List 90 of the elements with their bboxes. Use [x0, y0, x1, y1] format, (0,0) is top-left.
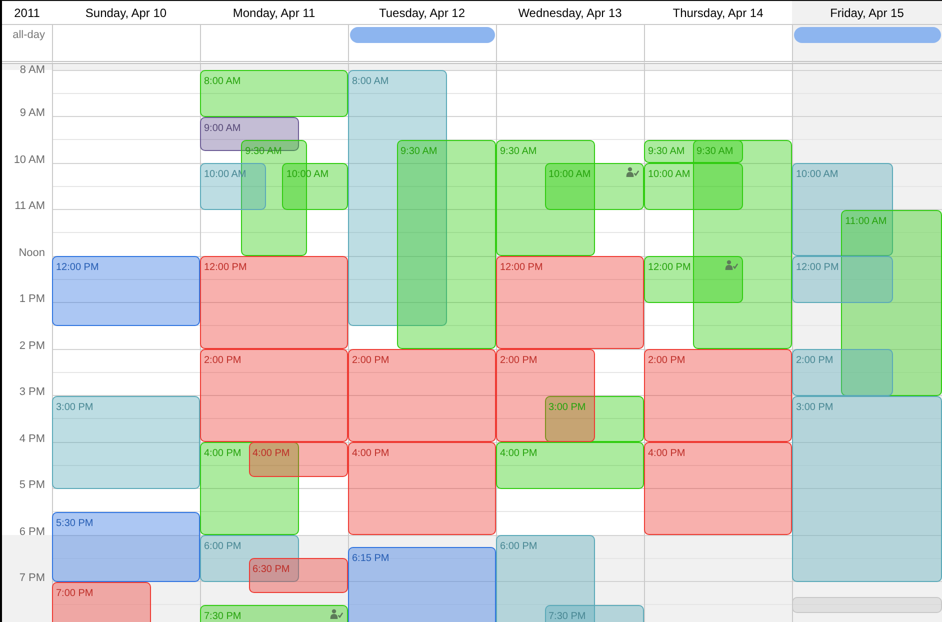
calendar-event[interactable]: 7:30 PM — [200, 604, 348, 622]
day-header[interactable]: Wednesday, Apr 13 — [518, 6, 622, 20]
event-time: 7:00 PM — [56, 588, 94, 598]
calendar-event[interactable]: 4:00 PM — [644, 442, 792, 535]
calendar-event[interactable]: 12:00 PM — [52, 256, 200, 326]
day-header[interactable]: Thursday, Apr 14 — [672, 6, 764, 20]
event-time: 8:00 AM — [352, 76, 389, 87]
event-time: 11:00 AM — [845, 216, 887, 226]
event-time: 2:00 PM — [352, 355, 390, 366]
calendar-event[interactable]: 9:30 AM — [396, 140, 496, 349]
calendar-event[interactable] — [792, 597, 942, 612]
calendar-event[interactable]: 2:00 PM — [348, 349, 496, 442]
calendar-event[interactable]: 8:00 AM — [200, 70, 348, 116]
person-check-icon — [626, 167, 639, 177]
hour-label: 6 PM — [19, 526, 45, 538]
hour-label: 4 PM — [19, 433, 45, 445]
event-time: 6:30 PM — [252, 564, 290, 576]
event-time: 10:00 AM — [796, 169, 838, 180]
hour-label: 3 PM — [19, 386, 45, 398]
calendar-event[interactable]: 7:00 PM — [52, 582, 152, 622]
event-time: 12:00 PM — [796, 262, 839, 273]
calendar-event[interactable]: 12:00 PM — [644, 256, 744, 302]
calendar-event[interactable]: 12:00 PM — [496, 256, 644, 349]
event-time: 3:00 PM — [548, 402, 586, 412]
calendar-event[interactable]: 12:00 PM — [792, 256, 893, 302]
calendar-event[interactable]: 5:30 PM — [52, 512, 200, 582]
event-time: 10:00 AM — [548, 169, 591, 180]
all-day-event[interactable] — [794, 27, 941, 43]
hour-label: 11 AM — [14, 200, 45, 212]
event-time: 9:30 AM — [648, 146, 685, 157]
hour-label: Noon — [18, 247, 45, 259]
calendar-event[interactable]: 12:00 PM — [200, 256, 348, 349]
event-time: 9:30 AM — [696, 146, 734, 157]
calendar-event[interactable]: 10:00 AM — [544, 163, 644, 210]
hour-label: 1 PM — [19, 293, 45, 305]
event-time: 8:00 AM — [204, 76, 241, 87]
hour-label: 9 AM — [20, 107, 45, 119]
event-time: 7:30 PM — [204, 610, 242, 622]
year-label: 2011 — [14, 6, 40, 20]
calendar-event[interactable]: 7:30 PM — [544, 604, 644, 622]
event-time: 4:00 PM — [204, 448, 242, 459]
calendar-event[interactable]: 10:00 AM — [644, 163, 744, 210]
calendar-event[interactable]: 3:00 PM — [52, 396, 200, 488]
calendar-event[interactable]: 3:00 PM — [792, 396, 942, 582]
event-time: 9:30 AM — [400, 146, 438, 157]
event-time: 12:00 PM — [648, 262, 691, 273]
event-time: 2:00 PM — [204, 355, 242, 366]
all-day-event[interactable] — [350, 27, 495, 43]
calendar-event[interactable]: 2:00 PM — [644, 349, 792, 442]
day-header[interactable]: Sunday, Apr 10 — [85, 6, 167, 20]
calendar-event[interactable]: 6:30 PM — [248, 558, 348, 594]
person-check-icon — [330, 608, 343, 619]
all-day-label: all-day — [12, 29, 45, 42]
event-time: 6:00 PM — [204, 541, 242, 552]
calendar-event[interactable]: 6:15 PM — [348, 546, 496, 622]
event-time: 9:30 AM — [500, 146, 537, 157]
event-time: 6:15 PM — [352, 552, 390, 564]
event-time: 2:00 PM — [796, 355, 834, 366]
event-time: 2:00 PM — [500, 355, 538, 366]
event-time: 4:00 PM — [352, 448, 390, 459]
event-time: 4:00 PM — [252, 448, 290, 459]
hour-label: 8 AM — [20, 64, 45, 76]
day-header[interactable]: Tuesday, Apr 12 — [378, 6, 466, 20]
event-time: 2:00 PM — [648, 355, 686, 366]
event-time: 9:00 AM — [204, 122, 241, 134]
day-header[interactable]: Monday, Apr 11 — [232, 6, 316, 20]
event-time: 3:00 PM — [796, 402, 834, 412]
event-time: 12:00 PM — [204, 262, 247, 273]
event-time: 7:30 PM — [548, 610, 586, 622]
event-time: 4:00 PM — [648, 448, 686, 459]
calendar-event[interactable]: 2:00 PM — [200, 349, 348, 442]
event-time: 3:00 PM — [56, 402, 94, 412]
calendar-event[interactable]: 11:00 AM — [841, 210, 942, 396]
calendar-event[interactable]: 4:00 PM — [496, 442, 644, 488]
event-time: 10:00 AM — [648, 169, 690, 180]
event-time: 12:00 PM — [56, 262, 99, 273]
event-time: 6:00 PM — [500, 541, 538, 552]
person-check-icon — [725, 260, 738, 270]
event-time: 4:00 PM — [500, 448, 538, 459]
event-time: 5:30 PM — [56, 518, 94, 529]
day-header[interactable]: Friday, Apr 15 — [830, 6, 904, 20]
hour-label: 2 PM — [19, 340, 45, 352]
calendar-event[interactable]: 2:00 PM — [792, 349, 893, 396]
calendar-event[interactable]: 9:30 AM — [692, 140, 792, 349]
calendar-event[interactable]: 4:00 PM — [248, 442, 348, 477]
hour-label: 7 PM — [19, 572, 45, 584]
hour-label: 10 AM — [14, 154, 45, 166]
event-time: 12:00 PM — [500, 262, 543, 273]
calendar-event[interactable]: 4:00 PM — [348, 442, 496, 535]
hour-label: 5 PM — [19, 479, 45, 491]
